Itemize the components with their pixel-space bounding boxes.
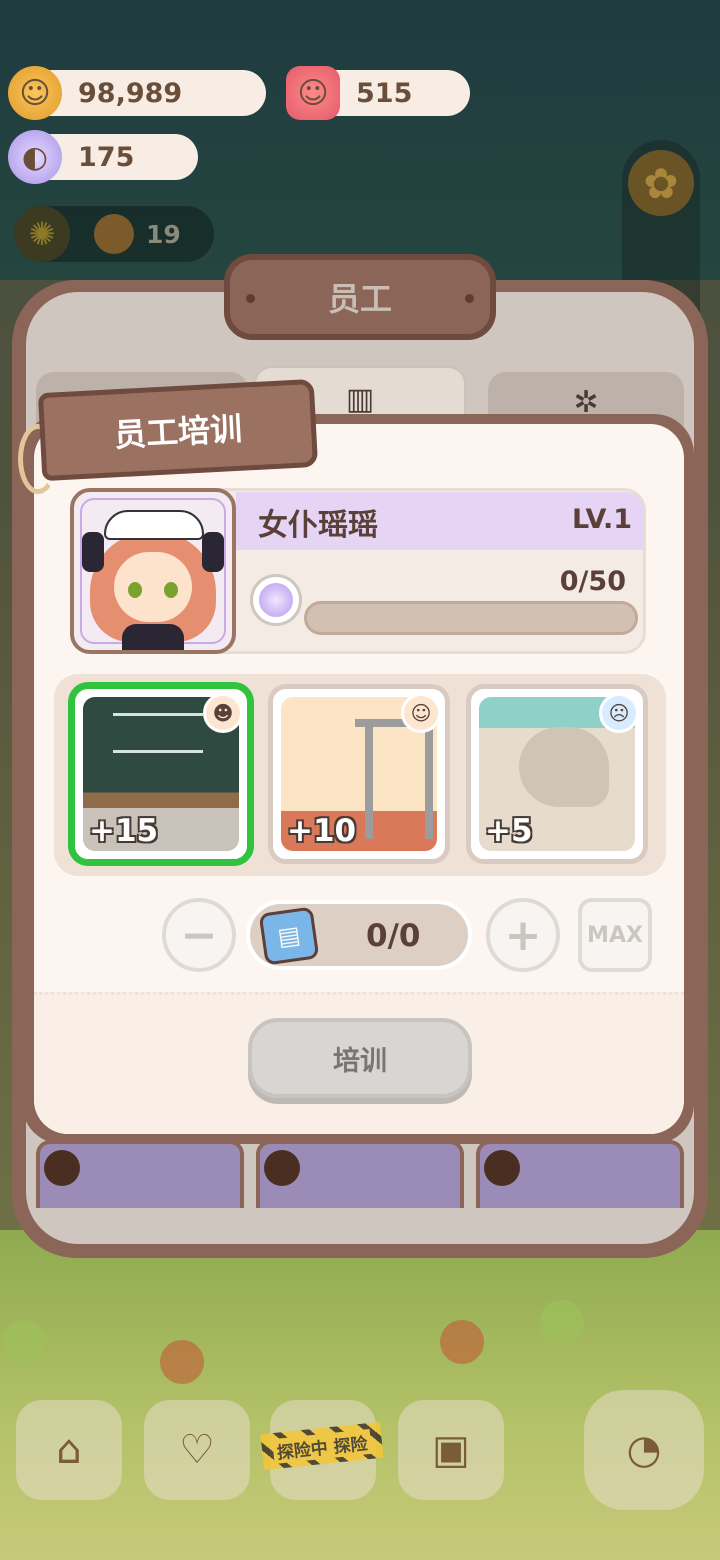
- employee-level: LV.1: [572, 504, 632, 535]
- train-button[interactable]: 培训: [248, 1018, 472, 1098]
- explore-status-label: 探险中 探险: [271, 1428, 373, 1464]
- quantity-value: 0/0: [366, 918, 421, 954]
- train-button-label: 培训: [333, 1045, 387, 1077]
- background-character: [540, 1300, 584, 1344]
- max-button[interactable]: MAX: [578, 898, 652, 972]
- plus-icon: +: [504, 909, 542, 961]
- background-character: [2, 1320, 46, 1364]
- training-option-rock-garden[interactable]: ☹ +5: [466, 684, 648, 864]
- employee-portrait: [70, 488, 236, 654]
- maid-headdress: [104, 510, 204, 540]
- employee-card[interactable]: [256, 1140, 464, 1208]
- cookie-icon: ☺: [8, 66, 62, 120]
- portrait-collar: [122, 624, 184, 650]
- exp-progress-bar: [304, 601, 638, 635]
- laughing-face-icon: ☻: [203, 693, 243, 733]
- gingerbread-icon: [94, 214, 134, 254]
- training-book-icon: ▤: [258, 906, 320, 966]
- sun-icon: ✺: [14, 206, 70, 262]
- plaque-rivet: [246, 294, 255, 303]
- training-option-classroom[interactable]: ☻ +15: [70, 684, 252, 864]
- book-icon: ▥: [345, 381, 375, 417]
- plaque-rivet: [465, 294, 474, 303]
- pullup-pole: [425, 719, 433, 839]
- pullup-pole: [365, 719, 373, 839]
- quantity-display: ▤ 0/0: [246, 900, 472, 970]
- mushroom-house-button[interactable]: ⌂: [16, 1400, 122, 1500]
- candy-currency: ◐ 175: [8, 130, 198, 184]
- exp-orb: [259, 583, 293, 617]
- card-hole: [264, 1150, 300, 1186]
- tired-face-icon: ☹: [599, 693, 639, 733]
- gem-count: 515: [356, 77, 413, 109]
- candle-gem-icon: ☺: [286, 66, 340, 120]
- employee-card-row: [36, 1140, 684, 1210]
- max-label: MAX: [587, 922, 643, 948]
- heart-rock: [519, 727, 609, 807]
- alarm-clock-button[interactable]: ◔: [584, 1390, 704, 1510]
- decrease-button[interactable]: −: [162, 898, 236, 972]
- shop-bag-button[interactable]: ▣: [398, 1400, 504, 1500]
- training-option-gym[interactable]: ☺ +10: [268, 684, 450, 864]
- hair-bow: [82, 532, 104, 572]
- option-bonus: +5: [485, 813, 533, 849]
- training-ribbon: 员工培训: [37, 378, 319, 482]
- card-hole: [44, 1150, 80, 1186]
- notebook-button[interactable]: ♡: [144, 1400, 250, 1500]
- training-title: 员工培训: [113, 409, 244, 455]
- sun-counter[interactable]: ✺ 19: [14, 206, 214, 262]
- smile-face-icon: ☺: [401, 693, 441, 733]
- cookie-count: 98,989: [78, 77, 183, 109]
- candy-icon: ◐: [8, 130, 62, 184]
- employee-card[interactable]: [476, 1140, 684, 1208]
- card-hole: [484, 1150, 520, 1186]
- gem-currency: ☺ 515: [286, 66, 470, 120]
- settings-gear-icon[interactable]: ✿: [628, 150, 694, 216]
- dialog-title-plaque: 员工: [224, 254, 496, 340]
- dialog-title: 员工: [327, 280, 392, 318]
- hair-bow: [202, 532, 224, 572]
- candy-count: 175: [78, 141, 135, 173]
- background-character: [440, 1320, 484, 1364]
- portrait-eye: [164, 582, 178, 598]
- exp-orb-icon: [250, 574, 302, 626]
- cookie-currency: ☺ 98,989: [8, 66, 266, 120]
- background-character: [160, 1340, 204, 1384]
- employee-name: 女仆瑶瑶: [258, 508, 378, 543]
- exp-count: 0/50: [559, 566, 626, 597]
- minus-icon: −: [180, 909, 218, 961]
- portrait-eye: [128, 582, 142, 598]
- portrait-face: [114, 552, 192, 622]
- increase-button[interactable]: +: [486, 898, 560, 972]
- option-bonus: +10: [287, 813, 357, 849]
- option-bonus: +15: [89, 813, 159, 849]
- employee-card[interactable]: [36, 1140, 244, 1208]
- chalkboard-lines: [113, 713, 203, 753]
- sun-counter-value: 19: [146, 219, 181, 249]
